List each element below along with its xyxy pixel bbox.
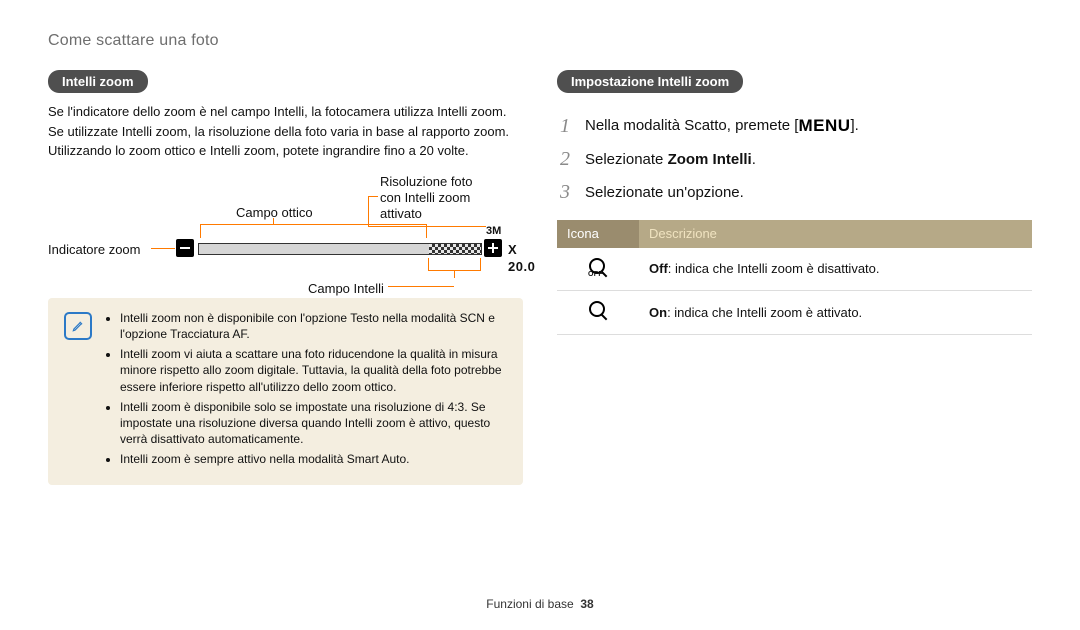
paragraph: Se l'indicatore dello zoom è nel campo I… bbox=[48, 103, 523, 121]
footer-section: Funzioni di base bbox=[486, 597, 573, 611]
callout-bracket bbox=[200, 224, 427, 225]
page-title: Come scattare una foto bbox=[48, 30, 1032, 52]
zoom-in-icon bbox=[484, 239, 502, 257]
callout-bracket bbox=[273, 218, 274, 224]
zoom-diagram: Indicatore zoom Campo ottico Risoluzione… bbox=[48, 188, 523, 296]
columns: Intelli zoom Se l'indicatore dello zoom … bbox=[48, 70, 1032, 486]
zoom-value: X 20.0 bbox=[508, 241, 535, 276]
callout-line bbox=[388, 286, 454, 287]
option-icon-off: OFF bbox=[557, 248, 639, 291]
callout-line bbox=[368, 196, 369, 226]
step-number: 3 bbox=[557, 179, 573, 206]
zoom-bar-intelli-range bbox=[429, 244, 481, 254]
callout-line bbox=[368, 226, 486, 227]
column-header-descrizione: Descrizione bbox=[639, 220, 1032, 248]
resolution-mark: 3M bbox=[486, 224, 501, 239]
note-list: Intelli zoom non è disponibile con l'opz… bbox=[106, 310, 507, 472]
paragraph: Se utilizzate Intelli zoom, la risoluzio… bbox=[48, 123, 523, 141]
table-row: OFF Off: indica che Intelli zoom è disat… bbox=[557, 248, 1032, 291]
callout-bracket bbox=[454, 270, 455, 278]
note-item: Intelli zoom è sempre attivo nella modal… bbox=[120, 451, 507, 467]
label-indicatore-zoom: Indicatore zoom bbox=[48, 241, 141, 259]
step-item: 1 Nella modalità Scatto, premete [MENU]. bbox=[557, 113, 1032, 140]
steps-list: 1 Nella modalità Scatto, premete [MENU].… bbox=[557, 113, 1032, 206]
step-item: 2 Selezionate Zoom Intelli. bbox=[557, 146, 1032, 173]
note-icon bbox=[64, 312, 92, 340]
note-box: Intelli zoom non è disponibile con l'opz… bbox=[48, 298, 523, 486]
step-number: 1 bbox=[557, 113, 573, 140]
section-pill-impostazione: Impostazione Intelli zoom bbox=[557, 70, 743, 94]
zoom-bar bbox=[198, 243, 482, 255]
step-number: 2 bbox=[557, 146, 573, 173]
zoom-out-icon bbox=[176, 239, 194, 257]
column-header-icona: Icona bbox=[557, 220, 639, 248]
table-header-row: Icona Descrizione bbox=[557, 220, 1032, 248]
note-item: Intelli zoom non è disponibile con l'opz… bbox=[120, 310, 507, 342]
note-item: Intelli zoom vi aiuta a scattare una fot… bbox=[120, 346, 507, 395]
callout-line bbox=[368, 196, 378, 197]
step-item: 3 Selezionate un'opzione. bbox=[557, 179, 1032, 206]
left-column: Intelli zoom Se l'indicatore dello zoom … bbox=[48, 70, 523, 486]
option-description: On: indica che Intelli zoom è attivato. bbox=[639, 291, 1032, 335]
magnifier-on-icon bbox=[587, 299, 609, 321]
step-text: Nella modalità Scatto, premete [MENU]. bbox=[585, 115, 859, 138]
label-campo-ottico: Campo ottico bbox=[236, 204, 313, 222]
option-description: Off: indica che Intelli zoom è disattiva… bbox=[639, 248, 1032, 291]
menu-button-label: MENU bbox=[798, 115, 850, 138]
callout-bracket bbox=[200, 224, 201, 238]
section-pill-intelli-zoom: Intelli zoom bbox=[48, 70, 148, 94]
pencil-icon bbox=[71, 319, 85, 333]
label-resolution: Risoluzione foto con Intelli zoom attiva… bbox=[380, 174, 473, 223]
callout-bracket bbox=[480, 258, 481, 270]
page-footer: Funzioni di base 38 bbox=[0, 596, 1080, 612]
footer-page-number: 38 bbox=[580, 597, 593, 611]
label-campo-intelli: Campo Intelli bbox=[308, 280, 384, 298]
step-text: Selezionate un'opzione. bbox=[585, 183, 744, 203]
option-icon-on bbox=[557, 291, 639, 335]
note-item: Intelli zoom è disponibile solo se impos… bbox=[120, 399, 507, 448]
options-table: Icona Descrizione OFF Off: indica che In… bbox=[557, 220, 1032, 335]
paragraph: Utilizzando lo zoom ottico e Intelli zoo… bbox=[48, 142, 523, 160]
callout-line bbox=[151, 248, 175, 249]
callout-bracket bbox=[428, 258, 429, 270]
magnifier-off-icon: OFF bbox=[587, 256, 609, 278]
manual-page: Come scattare una foto Intelli zoom Se l… bbox=[0, 0, 1080, 630]
right-column: Impostazione Intelli zoom 1 Nella modali… bbox=[557, 70, 1032, 486]
step-text: Selezionate Zoom Intelli. bbox=[585, 150, 756, 170]
table-row: On: indica che Intelli zoom è attivato. bbox=[557, 291, 1032, 335]
